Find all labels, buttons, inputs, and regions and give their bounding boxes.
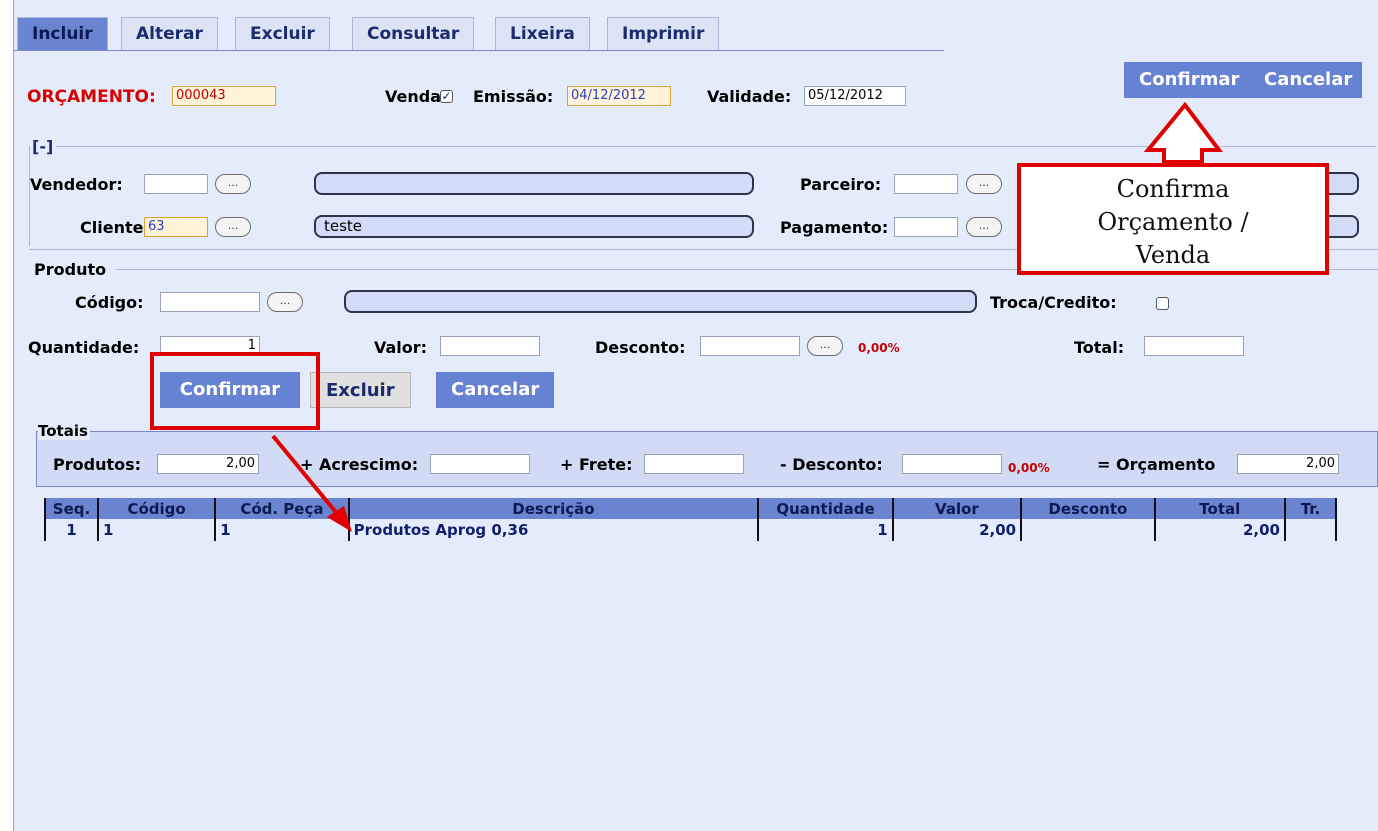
annotation-line-1: Confirma: [1116, 175, 1230, 203]
annotation-diagonal-arrow-line: [271, 434, 341, 518]
annotation-line-3: Venda: [1135, 241, 1211, 269]
annotation-callout: Confirma Orçamento / Venda: [1017, 163, 1329, 275]
annotation-diagonal-arrow-head: [327, 506, 352, 532]
annotation-line-2: Orçamento /: [1097, 208, 1249, 236]
annotation-arrows: [271, 101, 1224, 532]
annotation-up-arrow: [1143, 101, 1224, 164]
orcamento-page: Incluir Alterar Excluir Consultar Lixeir…: [13, 0, 1378, 831]
